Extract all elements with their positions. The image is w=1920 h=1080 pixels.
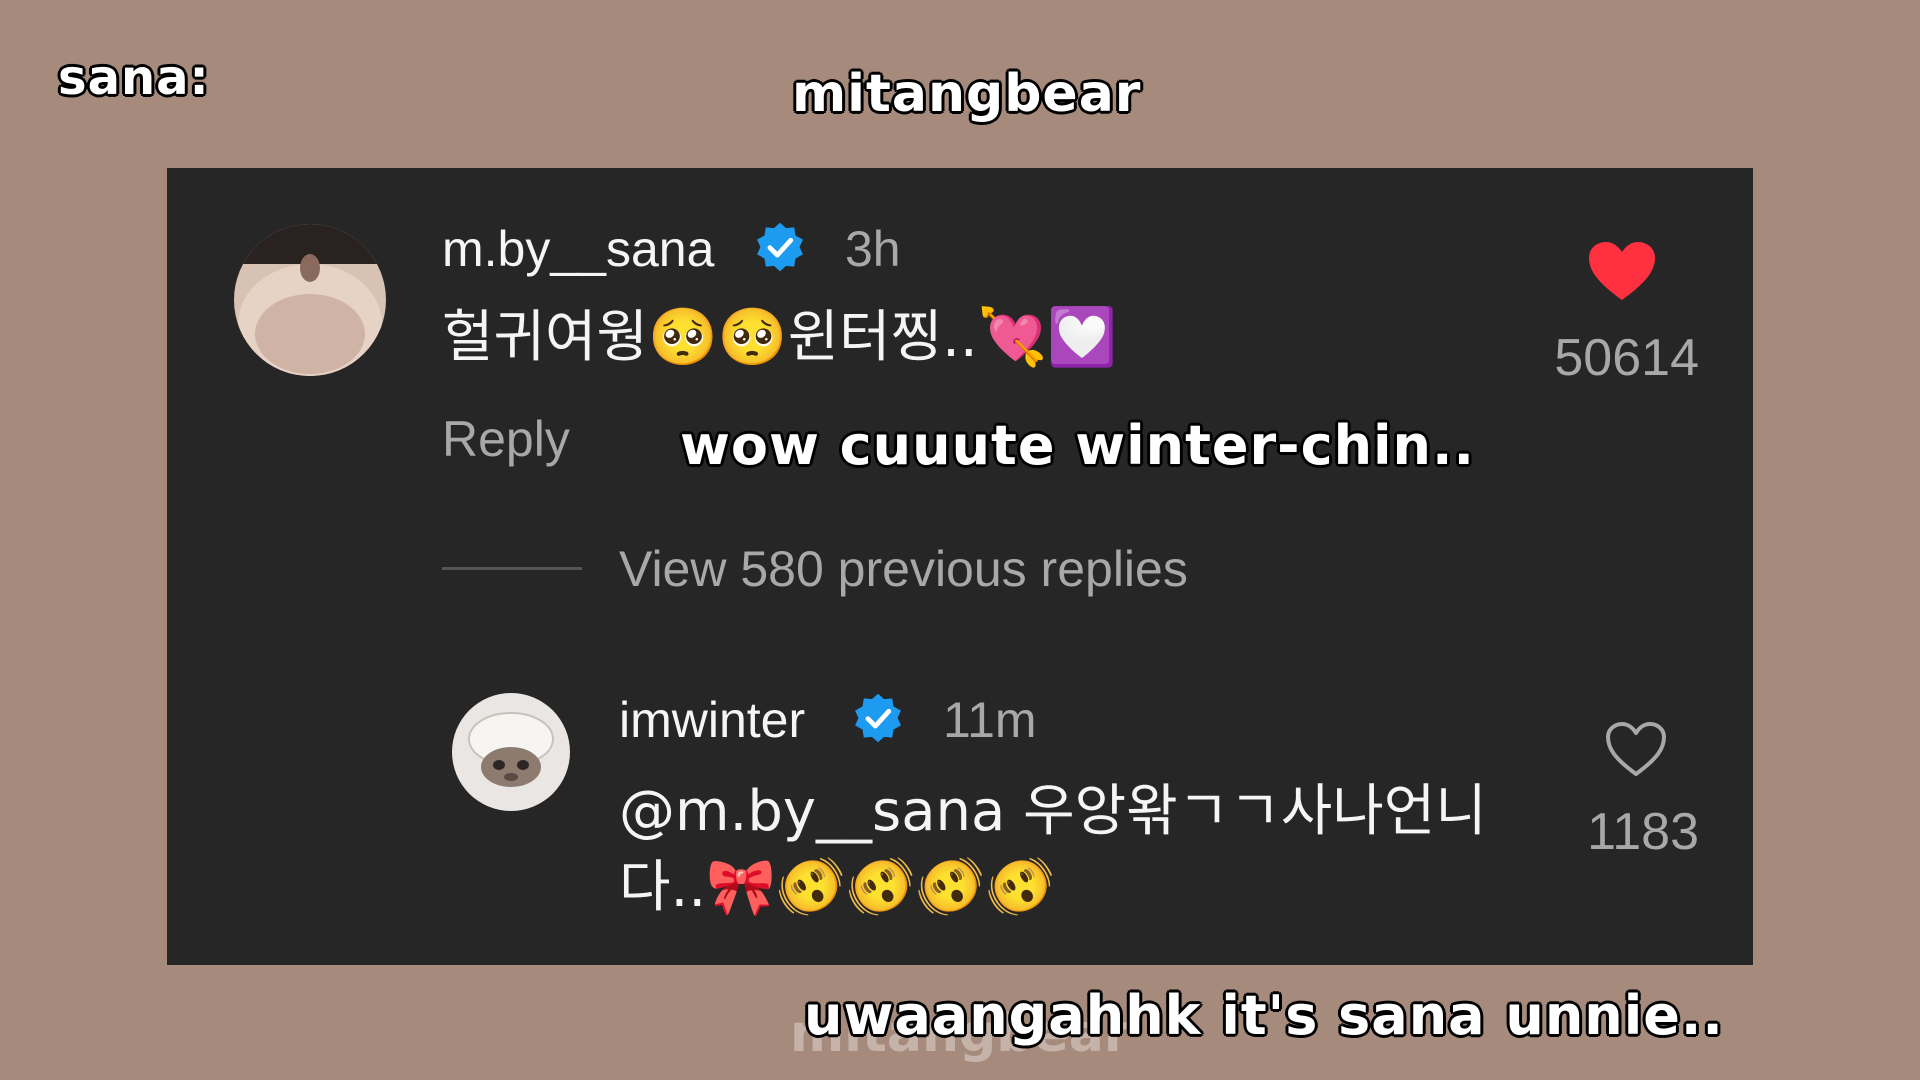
replies-divider [442, 567, 582, 570]
like-count: 50614 [1554, 329, 1699, 387]
speaker-label: sana: [58, 50, 210, 106]
view-previous-replies-button[interactable]: View 580 previous replies [619, 540, 1188, 598]
verified-badge-icon [855, 693, 901, 743]
heart-filled-icon[interactable] [1587, 240, 1657, 302]
comment-text: 헐귀여웡🥺🥺윈터찡..💘💟 [442, 305, 1118, 370]
avatar-sana[interactable] [234, 224, 386, 376]
comment-timestamp: 3h [845, 221, 901, 277]
watermark-top: mitangbear [792, 64, 1142, 124]
like-count: 1183 [1587, 803, 1699, 861]
heart-outline-icon[interactable] [1604, 720, 1668, 778]
reply-button[interactable]: Reply [442, 410, 570, 468]
comment-username[interactable]: m.by__sana [442, 220, 714, 278]
verified-badge-icon [757, 222, 803, 272]
comment-panel: m.by__sana 3h 헐귀여웡🥺🥺윈터찡..💘💟 Reply 50614 … [167, 168, 1753, 965]
avatar-imwinter[interactable] [452, 693, 570, 811]
reply-timestamp: 11m [943, 692, 1037, 748]
reply-username[interactable]: imwinter [619, 691, 805, 749]
reply-text: @m.by__sana 우앙왂ㄱㄱ사나언니다..🎀🫨🫨🫨🫨 [619, 779, 1487, 920]
subtitle-top: wow cuuute winter-chin.. [680, 414, 1476, 477]
subtitle-bottom: uwaangahhk it's sana unnie.. [804, 984, 1724, 1047]
